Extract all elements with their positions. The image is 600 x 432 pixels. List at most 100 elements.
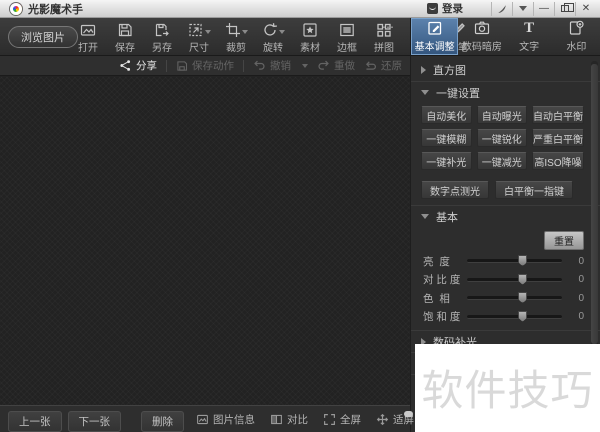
save-as-icon	[155, 23, 169, 37]
watermark-icon	[570, 20, 584, 35]
onekey-blur-button[interactable]: 一键模糊	[421, 129, 472, 147]
toolbar-more-button[interactable]: ⋯	[382, 20, 395, 34]
section-onekey[interactable]: 一键设置	[411, 81, 600, 103]
undo-dropdown-icon[interactable]	[302, 63, 308, 68]
menu-arrow-button[interactable]	[512, 1, 533, 16]
slider-thumb[interactable]	[518, 310, 528, 322]
tab-watermark[interactable]: 水印	[553, 18, 600, 55]
login-avatar-icon	[427, 3, 438, 14]
contrast-slider-row: 对 比 度 0	[423, 273, 584, 287]
app-title: 光影魔术手	[28, 3, 83, 16]
save-icon	[118, 23, 132, 37]
auto-exposure-button[interactable]: 自动曝光	[476, 106, 527, 124]
titlebar: 光影魔术手 登录 — ✕	[0, 0, 600, 18]
app-logo-icon	[10, 2, 22, 15]
next-image-button[interactable]: 下一张	[67, 411, 121, 432]
auto-whitebalance-button[interactable]: 自动白平衡	[532, 106, 584, 124]
crop-icon	[225, 23, 240, 37]
brightness-slider-row: 亮 度 0	[423, 255, 584, 268]
image-info-icon	[197, 414, 208, 425]
login-label: 登录	[442, 3, 463, 15]
action-bar: 分享 保存动作 撤销 重做 还原	[0, 56, 410, 76]
skin-icon	[498, 4, 506, 13]
material-icon	[303, 23, 317, 37]
reset-button[interactable]: 重置	[544, 231, 584, 250]
restore-original-icon	[365, 61, 376, 70]
dropdown-arrow-icon[interactable]	[204, 30, 211, 34]
saturation-slider[interactable]	[467, 310, 562, 322]
login-button[interactable]: 登录	[427, 1, 463, 16]
save-action-button[interactable]: 保存动作	[176, 58, 234, 73]
severe-whitebalance-button[interactable]: 严重白平衡	[532, 129, 584, 147]
image-info-button[interactable]: 图片信息	[196, 412, 255, 427]
section-basic[interactable]: 基本	[411, 205, 600, 227]
share-icon	[120, 60, 131, 71]
compare-icon	[271, 414, 282, 425]
compare-button[interactable]: 对比	[270, 412, 308, 427]
watermark-text: 软件技巧	[421, 367, 594, 414]
watermark-overlay: 软件技巧	[415, 344, 600, 432]
save-button[interactable]: 保存	[111, 21, 139, 54]
chevron-down-icon	[519, 6, 527, 11]
share-button[interactable]: 分享	[119, 58, 157, 73]
auto-beautify-button[interactable]: 自动美化	[421, 106, 472, 124]
minimize-button[interactable]: —	[533, 1, 554, 16]
whitebalance-picker-button[interactable]: 白平衡一指键	[495, 181, 573, 199]
slider-thumb[interactable]	[518, 292, 528, 304]
dropdown-arrow-icon[interactable]	[241, 30, 248, 34]
delete-button[interactable]: 删除	[141, 411, 184, 432]
save-as-button[interactable]: 另存	[148, 21, 176, 54]
dropdown-arrow-icon[interactable]	[278, 30, 285, 34]
fullscreen-button[interactable]: 全屏	[323, 412, 361, 427]
material-button[interactable]: 素材	[296, 21, 324, 54]
onekey-button-row2: 数字点测光 白平衡一指键	[421, 181, 584, 199]
skin-button[interactable]	[491, 1, 512, 16]
redo-icon	[318, 60, 329, 70]
panel-tabs: 基本调整 数码暗房 T 文字 水印	[410, 18, 600, 56]
saturation-slider-row: 饱 和 度 0	[423, 310, 584, 324]
crop-button[interactable]: 裁剪	[222, 21, 250, 54]
fullscreen-icon	[324, 414, 335, 425]
resize-button[interactable]: 尺寸	[185, 21, 213, 54]
rotate-icon	[263, 23, 277, 36]
section-histogram[interactable]: 直方图	[411, 59, 600, 81]
tab-text[interactable]: T 文字	[506, 18, 553, 55]
resize-icon	[188, 23, 202, 37]
border-icon	[340, 23, 354, 37]
divider	[243, 59, 244, 72]
expanded-arrow-icon	[421, 90, 429, 95]
expanded-arrow-icon	[421, 214, 429, 219]
panel-scrollbar-thumb[interactable]	[591, 64, 598, 344]
spot-metering-button[interactable]: 数字点测光	[421, 181, 489, 199]
hue-slider[interactable]	[467, 292, 562, 304]
undo-icon	[254, 60, 265, 70]
image-canvas[interactable]	[0, 77, 410, 405]
rotate-button[interactable]: 旋转	[259, 21, 287, 54]
open-button[interactable]: 打开	[74, 21, 102, 54]
status-bar: 上一张 下一张 删除 图片信息 对比 全屏 适屏 原大	[0, 405, 489, 432]
restore-icon	[561, 3, 574, 12]
onekey-filllight-button[interactable]: 一键补光	[421, 152, 472, 170]
onekey-sharpen-button[interactable]: 一键锐化	[476, 129, 527, 147]
close-button[interactable]: ✕	[575, 1, 596, 16]
high-iso-denoise-button[interactable]: 高ISO降噪	[532, 152, 584, 170]
brightness-slider[interactable]	[467, 255, 562, 267]
restore-button[interactable]	[554, 1, 575, 16]
tab-basic-adjust[interactable]: 基本调整	[411, 18, 459, 55]
zoom-slider-thumb[interactable]	[404, 411, 413, 417]
onekey-button-grid: 自动美化 自动曝光 自动白平衡 一键模糊 一键锐化 严重白平衡 一键补光 一键减…	[421, 106, 584, 170]
slider-thumb[interactable]	[518, 273, 528, 285]
main-toolbar: 浏览图片 打开 保存 另存 尺寸 裁剪 旋转 素材 边框 拼图 ⋯ 基本调整 数…	[0, 18, 600, 71]
open-icon	[80, 24, 96, 36]
restore-original-button[interactable]: 还原	[364, 58, 402, 73]
border-button[interactable]: 边框	[333, 21, 361, 54]
onekey-dimlight-button[interactable]: 一键减光	[476, 152, 527, 170]
slider-thumb[interactable]	[518, 255, 528, 267]
contrast-slider[interactable]	[467, 273, 562, 285]
tab-darkroom[interactable]: 数码暗房	[458, 18, 505, 55]
basic-adjust-icon	[427, 21, 441, 35]
redo-button[interactable]: 重做	[317, 58, 355, 73]
browse-images-button[interactable]: 浏览图片	[8, 26, 78, 48]
prev-image-button[interactable]: 上一张	[8, 411, 62, 432]
undo-button[interactable]: 撤销	[253, 58, 291, 73]
